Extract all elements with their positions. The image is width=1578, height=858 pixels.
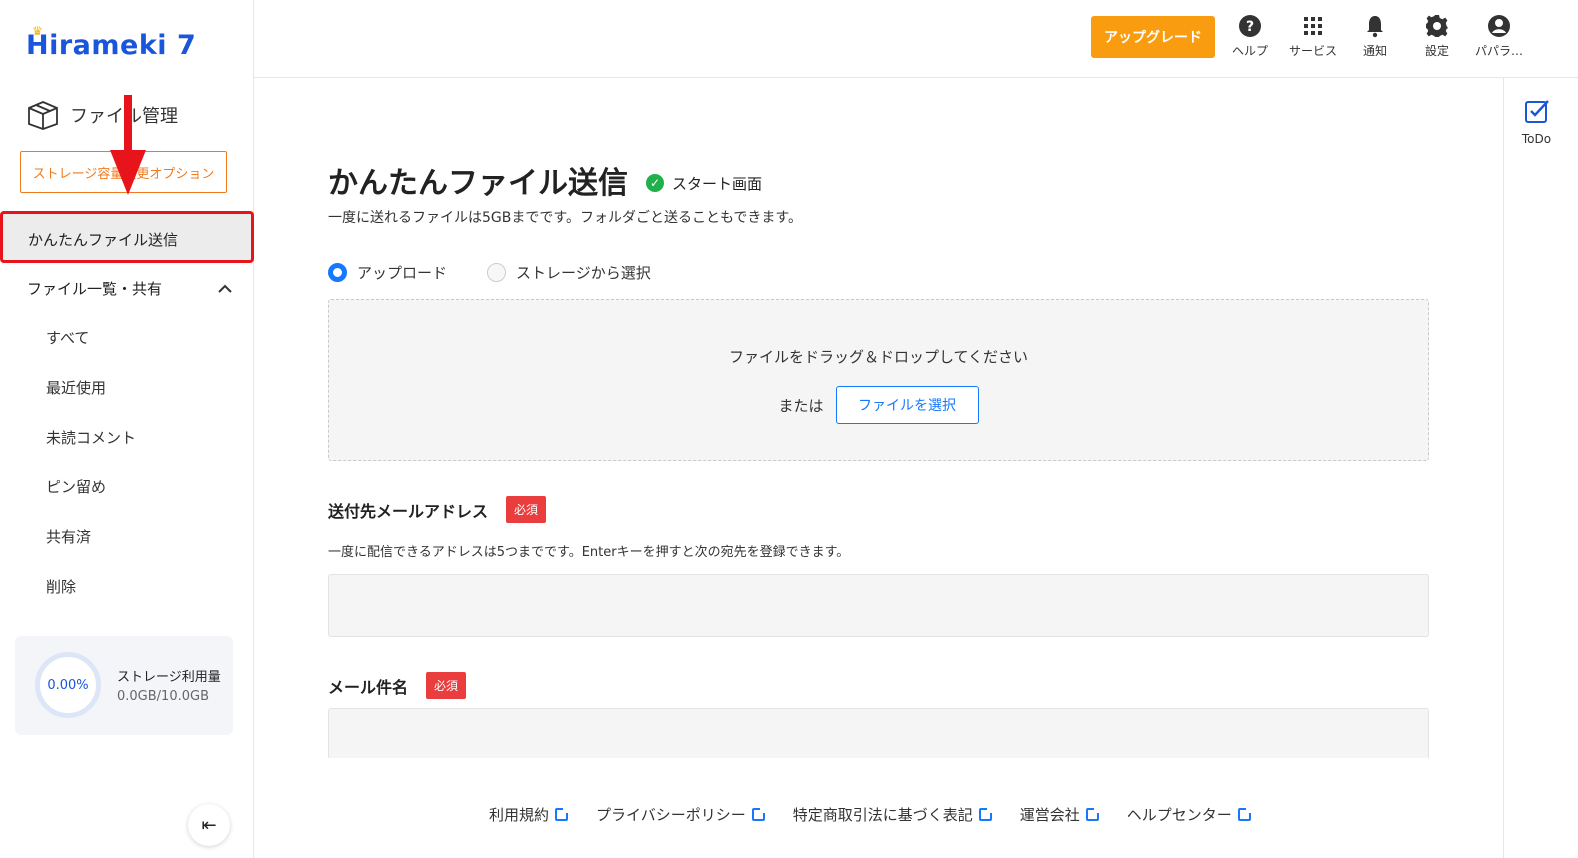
sidebar-item-easy-send[interactable]: かんたんファイル送信 [0,211,254,263]
crown-icon: ♛ [32,24,44,38]
required-badge: 必須 [506,496,547,523]
subject-label: メール件名 [328,677,409,697]
user-label: パパラ… [1474,44,1523,58]
choose-file-button[interactable]: ファイルを選択 [835,386,979,424]
footer-link-terms[interactable]: 利用規約 [489,804,570,825]
external-link-icon [1085,807,1100,821]
chevron-up-icon [218,284,232,293]
status-indicator: ✓ スタート画面 [646,173,762,194]
box-icon [28,101,58,130]
radio-upload-label: アップロード [357,264,448,282]
footer-links: 利用規約 プライバシーポリシー 特定商取引法に基づく表記 運営会社 ヘルプセンタ… [489,804,1252,825]
footer-link-label: 特定商取引法に基づく表記 [792,806,973,824]
source-radio-group: アップロード ストレージから選択 [328,262,651,283]
radio-upload[interactable]: アップロード [328,262,447,283]
collapse-left-icon: ⇤ [201,814,217,836]
user-menu-button[interactable]: パパラ… [1469,14,1529,59]
storage-title: ストレージ利用量 [117,670,221,685]
storage-percent: 0.00% [47,677,89,693]
notifications-button[interactable]: 通知 [1345,14,1405,59]
bell-icon [1367,16,1383,38]
storage-usage-card: 0.00% ストレージ利用量 0.0GB/10.0GB [15,636,233,735]
page-description: 一度に送れるファイルは5GBまでです。フォルダごと送ることもできます。 [328,210,802,226]
todo-rail: ToDo [1503,78,1578,858]
footer-link-company[interactable]: 運営会社 [1019,804,1100,825]
subject-input[interactable] [328,708,1429,758]
settings-button[interactable]: 設定 [1407,14,1467,59]
upgrade-button[interactable]: アップグレード [1091,16,1215,58]
footer-link-label: 利用規約 [489,806,550,824]
dropzone-text: ファイルをドラッグ＆ドロップしてください [728,348,1029,366]
external-link-icon [751,807,766,821]
storage-value: 0.0GB/10.0GB [117,689,209,704]
sidebar-item-all[interactable]: すべて [46,327,89,348]
or-text: または [778,396,824,415]
external-link-icon [1237,807,1252,821]
footer-link-label: ヘルプセンター [1126,806,1232,824]
footer-link-privacy[interactable]: プライバシーポリシー [596,804,766,825]
logo[interactable]: ♛ Hirameki 7 [26,24,197,61]
sidebar-item-label: かんたんファイル送信 [28,231,179,249]
help-label: ヘルプ [1231,44,1268,58]
main-content: かんたんファイル送信 ✓ スタート画面 一度に送れるファイルは5GBまでです。フ… [328,78,1430,758]
footer-link-commerce-law[interactable]: 特定商取引法に基づく表記 [792,804,993,825]
sidebar: ♛ Hirameki 7 ファイル管理 ストレージ容量変更オプション かんたんフ… [0,0,254,858]
module-header: ファイル管理 [26,100,178,130]
collapse-sidebar-button[interactable]: ⇤ [188,804,230,846]
recipient-label-row: 送付先メールアドレス 必須 [328,496,547,523]
gear-icon [1426,15,1448,37]
help-icon: ? [1239,15,1261,37]
annotation-arrow-head [110,150,146,195]
recipient-email-input[interactable] [328,574,1429,637]
file-dropzone[interactable]: ファイルをドラッグ＆ドロップしてください または ファイルを選択 [328,299,1429,461]
recipient-hint: 一度に配信できるアドレスは5つまでです。Enterキーを押すと次の宛先を登録でき… [328,545,850,560]
help-button[interactable]: ? ヘルプ [1220,14,1280,59]
svg-text:?: ? [1246,19,1254,35]
sidebar-item-shared[interactable]: 共有済 [46,526,91,547]
settings-label: 設定 [1424,44,1449,58]
sidebar-item-recent[interactable]: 最近使用 [46,377,106,398]
recipient-label: 送付先メールアドレス [328,501,489,521]
radio-storage-label: ストレージから選択 [516,264,651,282]
footer-link-label: 運営会社 [1019,806,1080,824]
page-title: かんたんファイル送信 [328,166,628,201]
dropzone-actions: または ファイルを選択 [329,386,1428,424]
radio-storage[interactable]: ストレージから選択 [487,262,651,283]
footer-link-label: プライバシーポリシー [596,806,746,824]
todo-label: ToDo [1521,132,1552,146]
services-label: サービス [1288,44,1337,58]
services-button[interactable]: サービス [1283,14,1343,59]
title-row: かんたんファイル送信 ✓ スタート画面 [328,158,762,202]
app: ♛ Hirameki 7 ファイル管理 ストレージ容量変更オプション かんたんフ… [0,0,1578,858]
todo-button[interactable]: ToDo [1504,98,1569,146]
sidebar-item-unread-comments[interactable]: 未読コメント [46,427,136,448]
sidebar-group-label: ファイル一覧・共有 [27,280,163,298]
radio-selected-icon [328,263,347,282]
storage-usage-ring: 0.00% [35,652,101,718]
logo-text: Hirameki 7 [26,30,197,61]
top-header: アップグレード ? ヘルプ サービス 通知 設定 パパラ… [254,0,1578,78]
notifications-label: 通知 [1362,44,1387,58]
sidebar-item-pinned[interactable]: ピン留め [46,476,106,497]
external-link-icon [555,807,570,821]
footer-link-help-center[interactable]: ヘルプセンター [1126,804,1252,825]
user-icon [1488,15,1510,37]
check-circle-icon: ✓ [646,174,664,192]
status-text: スタート画面 [672,174,763,193]
grid-icon [1304,17,1322,35]
checkbox-icon [1524,100,1549,123]
radio-unselected-icon [487,263,507,282]
sidebar-item-deleted[interactable]: 削除 [46,576,76,597]
required-badge: 必須 [426,672,467,699]
sidebar-group-files[interactable]: ファイル一覧・共有 [27,278,232,299]
external-link-icon [978,807,993,821]
subject-label-row: メール件名 必須 [328,672,467,699]
annotation-arrow-shaft [124,95,132,157]
